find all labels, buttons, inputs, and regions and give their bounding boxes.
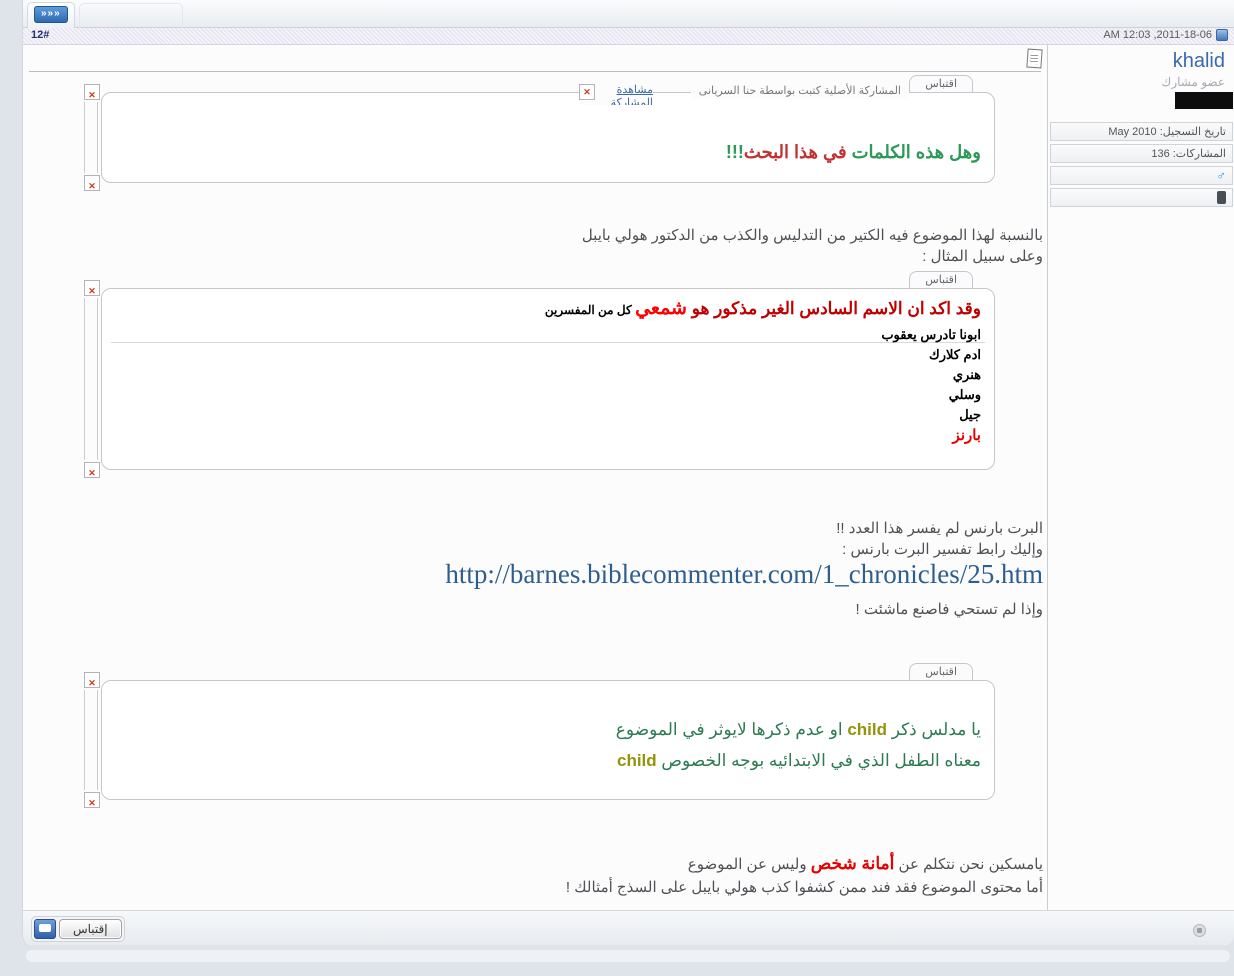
broken-image-icon bbox=[84, 175, 100, 191]
top-toolbar: »»» bbox=[23, 0, 1234, 28]
quote-box-2: اقتباس وقد اكد ان الاسم السادس الغير مذك… bbox=[101, 288, 995, 470]
reply-button-group: إقتباس bbox=[31, 916, 125, 942]
quote-1-text: وهل هذه الكلمات في هذا البحث!!! bbox=[101, 92, 995, 183]
username-link[interactable]: khalid bbox=[1058, 50, 1225, 73]
device-icon bbox=[1217, 191, 1226, 204]
quote-box-3: اقتباس يا مدلس ذكر child او عدم ذكرها لا… bbox=[101, 680, 995, 800]
broken-image-icon bbox=[84, 462, 100, 478]
broken-image-icon bbox=[84, 792, 100, 808]
commentary-link[interactable]: http://barnes.biblecommenter.com/1_chron… bbox=[445, 559, 1043, 589]
redacted-box bbox=[1175, 92, 1233, 109]
commentator-name-highlight: بارنز bbox=[101, 425, 981, 447]
post-panel: »»» 12# AM 12:03 ,2011-18-06 اقتباس المش… bbox=[22, 0, 1234, 945]
wysiwyg-quote-icon-button[interactable] bbox=[34, 919, 56, 939]
title-divider bbox=[29, 71, 1041, 72]
commentator-name: وسلي bbox=[101, 385, 981, 405]
broken-image-icon bbox=[579, 84, 595, 100]
skip-forward-button[interactable]: »»» bbox=[34, 6, 68, 23]
registration-date-row: تاريخ التسجيل: May 2010 bbox=[1050, 122, 1233, 141]
quote-tab-label: اقتباس bbox=[909, 271, 973, 288]
quote-attribution: المشاركة الأصلية كتبت بواسطة حنا السريان… bbox=[691, 84, 909, 99]
quote-tab-label: اقتباس bbox=[909, 75, 973, 92]
post-status-icon bbox=[1216, 29, 1228, 41]
quote-box-1: اقتباس المشاركة الأصلية كتبت بواسطة حنا … bbox=[101, 92, 995, 183]
post-document-icon bbox=[1026, 48, 1042, 68]
broken-image-icon bbox=[84, 672, 100, 688]
post-datetime: AM 12:03 ,2011-18-06 bbox=[1103, 29, 1228, 41]
post-paragraph-1: بالنسبة لهذا الموضوع فيه الكتير من التدل… bbox=[23, 225, 1043, 267]
commentator-name: جيل bbox=[101, 405, 981, 425]
commentator-name: ادم كلارك bbox=[101, 345, 981, 365]
quote-tab-label: اقتباس bbox=[909, 663, 973, 680]
post-number[interactable]: 12# bbox=[31, 29, 49, 41]
quote-decoration-line bbox=[84, 690, 98, 790]
quote-2-text: وقد اكد ان الاسم السادس الغير مذكور هو ش… bbox=[101, 288, 995, 470]
quote-reply-button[interactable]: إقتباس bbox=[59, 919, 122, 939]
post-paragraph-2: البرت بارنس لم يفسر هذا العدد !! وإليك ر… bbox=[23, 518, 1043, 620]
male-icon: ♂ bbox=[1216, 168, 1226, 183]
user-title: عضو مشارك bbox=[1058, 75, 1225, 89]
post-paragraph-3: يامسكين نحن نتكلم عن أمانة شخص وليس عن ا… bbox=[23, 852, 1043, 899]
user-sidebar: khalid عضو مشارك تاريخ التسجيل: May 2010… bbox=[1047, 45, 1234, 910]
broken-image-icon bbox=[84, 84, 100, 100]
gender-row: ♂ bbox=[1050, 166, 1233, 185]
post-footer-bar: إقتباس bbox=[23, 910, 1234, 945]
post-count-row: المشاركات: 136 bbox=[1050, 144, 1233, 163]
quote-decoration-line bbox=[84, 298, 98, 460]
quote-decoration-line bbox=[84, 102, 98, 173]
speech-bubble-icon bbox=[39, 924, 51, 932]
timestamp-text: AM 12:03 ,2011-18-06 bbox=[1103, 29, 1212, 41]
toolbar-tab-secondary bbox=[79, 3, 183, 28]
post-body: اقتباس المشاركة الأصلية كتبت بواسطة حنا … bbox=[23, 45, 1047, 910]
commentator-name: ابونا تادرس يعقوب bbox=[101, 325, 981, 345]
report-post-icon-button[interactable] bbox=[1193, 924, 1206, 937]
commentary-link-line: http://barnes.biblecommenter.com/1_chron… bbox=[23, 564, 1043, 585]
page-bottom-edge bbox=[26, 950, 1230, 962]
quote-3-text: يا مدلس ذكر child او عدم ذكرها لايوثر في… bbox=[101, 680, 995, 800]
device-row bbox=[1050, 188, 1233, 207]
post-header-bar: 12# AM 12:03 ,2011-18-06 bbox=[23, 28, 1234, 45]
view-post-link[interactable]: مشاهدة المشاركة bbox=[611, 84, 653, 105]
view-post-link-block: مشاهدة المشاركة bbox=[579, 84, 653, 105]
broken-image-icon bbox=[84, 280, 100, 296]
commentator-name: هنري bbox=[101, 365, 981, 385]
